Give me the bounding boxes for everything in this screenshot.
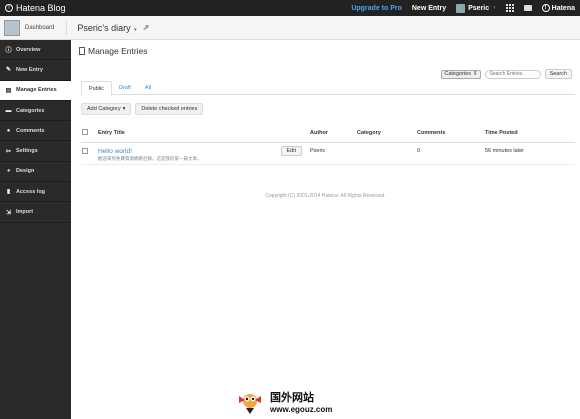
sidebar-item-new-entry[interactable]: ✎ New Entry	[0, 60, 71, 81]
table-header: Entry Title Author Category Comments Tim…	[81, 125, 575, 143]
tab-draft[interactable]: Draft	[112, 81, 138, 94]
top-bar: ! Hatena Blog Upgrade to Pro New Entry P…	[0, 0, 580, 16]
sidebar-item-label: Settings	[16, 148, 38, 155]
sidebar-item-label: Manage Entries	[16, 87, 57, 94]
entry-tabs: Public Draft All	[81, 81, 575, 96]
copyright: Copyright (C) 2001-2014 Hatena. All Righ…	[265, 193, 386, 199]
add-category-button[interactable]: Add Category ▾	[81, 103, 132, 115]
entry-excerpt: 歡迎來到免費資源網路社群。這是我的第一篇文章。	[98, 156, 202, 162]
chart-icon: ▮	[6, 189, 11, 196]
sidebar-item-label: Access log	[16, 188, 46, 195]
select-all-checkbox[interactable]	[82, 129, 88, 136]
blog-avatar[interactable]	[4, 19, 20, 36]
hatena-logo-icon: !	[5, 4, 13, 12]
column-header[interactable]: Author	[310, 125, 357, 143]
sidebar-item-import[interactable]: ⇲ Import	[0, 202, 71, 223]
chevron-down-icon: ▾	[134, 26, 137, 33]
user-name: Pseric	[468, 4, 490, 12]
chevron-down-icon: ▾	[122, 106, 126, 112]
sidebar-item-settings[interactable]: ✂ Settings	[0, 141, 71, 162]
tab-all[interactable]: All	[138, 81, 158, 94]
sidebar-item-label: Overview	[16, 46, 41, 53]
dashboard-link[interactable]: Dashboard	[25, 25, 54, 31]
time-posted-cell: 56 minutes later	[485, 142, 575, 165]
category-select[interactable]: Categories ⇕	[441, 69, 481, 79]
sidebar-item-overview[interactable]: ⓘ Overview	[0, 40, 71, 61]
sidebar-item-categories[interactable]: ▬ Categories	[0, 101, 71, 122]
notification-icon[interactable]	[523, 5, 532, 11]
watermark-cn-text: 国外网站	[270, 390, 314, 404]
main-content: Manage Entries Categories ⇕ Search Publi…	[71, 40, 580, 419]
table-row: Hello world! 歡迎來到免費資源網路社群。這是我的第一篇文章。 Edi…	[81, 142, 575, 165]
search-input[interactable]	[484, 69, 541, 79]
search-toolbar: Categories ⇕ Search	[441, 69, 572, 79]
import-icon: ⇲	[5, 209, 12, 216]
sidebar-item-label: Design	[16, 168, 35, 175]
palette-icon: ◕	[6, 168, 11, 175]
watermark-url: www.egouz.com	[270, 404, 333, 414]
sidebar-item-access-log[interactable]: ▮ Access log	[0, 182, 71, 203]
entries-table: Entry Title Author Category Comments Tim…	[81, 125, 575, 165]
column-header[interactable]: Category	[357, 125, 417, 143]
category-cell	[357, 142, 417, 165]
sidebar-item-label: Categories	[16, 107, 45, 114]
comments-cell: 0	[417, 142, 485, 165]
chevron-down-icon: ▾	[493, 5, 496, 11]
blog-header: Dashboard Pseric's diary ▾ ⇗	[0, 16, 580, 40]
search-button[interactable]: Search	[544, 69, 572, 79]
comment-icon: ●	[6, 127, 11, 134]
page-title: Manage Entries	[79, 46, 148, 56]
user-menu[interactable]: Pseric ▾	[456, 3, 496, 13]
bulk-actions: Add Category ▾ Delete checked entries	[81, 103, 204, 115]
sidebar-item-label: New Entry	[16, 66, 43, 73]
hatena-menu[interactable]: ! Hatena	[541, 4, 575, 12]
document-icon: ▤	[5, 87, 12, 94]
blog-name-menu[interactable]: Pseric's diary ▾	[77, 23, 136, 33]
info-icon: ⓘ	[5, 48, 12, 55]
entry-title-link[interactable]: Hello world!	[98, 148, 310, 155]
pencil-icon: ✎	[5, 67, 12, 74]
row-checkbox[interactable]	[82, 147, 88, 154]
sidebar-item-label: Import	[16, 209, 34, 216]
sidebar: ⓘ Overview ✎ New Entry ▤ Manage Entries …	[0, 40, 71, 419]
wrench-icon: ✂	[5, 148, 12, 155]
new-entry-link[interactable]: New Entry	[412, 5, 446, 12]
author-cell: Pseric	[310, 142, 357, 165]
page-title-text: Manage Entries	[88, 46, 148, 56]
avatar	[456, 3, 466, 13]
blog-name: Pseric's diary	[77, 22, 131, 33]
hatena-blog-logo[interactable]: ! Hatena Blog	[0, 3, 66, 13]
watermark: 国外网站 www.egouz.com	[235, 386, 332, 416]
sidebar-item-manage-entries[interactable]: ▤ Manage Entries	[0, 80, 71, 101]
updown-arrow-icon: ⇕	[472, 71, 478, 77]
brand-name: Hatena Blog	[16, 3, 66, 13]
category-select-value: Categories	[444, 71, 471, 77]
upgrade-link[interactable]: Upgrade to Pro	[351, 5, 402, 12]
delete-checked-button[interactable]: Delete checked entries	[135, 103, 204, 115]
sidebar-item-label: Comments	[16, 127, 45, 134]
external-link-icon[interactable]: ⇗	[143, 23, 150, 32]
hatena-logo-icon: !	[541, 4, 550, 12]
divider	[66, 20, 68, 35]
add-category-label: Add Category	[87, 106, 121, 112]
column-header[interactable]: Time Posted	[485, 125, 575, 143]
hatena-label: Hatena	[551, 4, 575, 12]
column-header[interactable]: Entry Title	[98, 125, 310, 143]
folder-icon: ▬	[5, 107, 12, 114]
tab-public[interactable]: Public	[81, 81, 112, 96]
document-icon	[79, 47, 85, 55]
sidebar-item-comments[interactable]: ● Comments	[0, 121, 71, 142]
apps-grid-icon[interactable]	[505, 4, 514, 12]
watermark-logo-icon	[235, 386, 265, 416]
edit-button[interactable]: Edit	[280, 145, 302, 156]
sidebar-item-design[interactable]: ◕ Design	[0, 162, 71, 183]
column-header[interactable]: Comments	[417, 125, 485, 143]
